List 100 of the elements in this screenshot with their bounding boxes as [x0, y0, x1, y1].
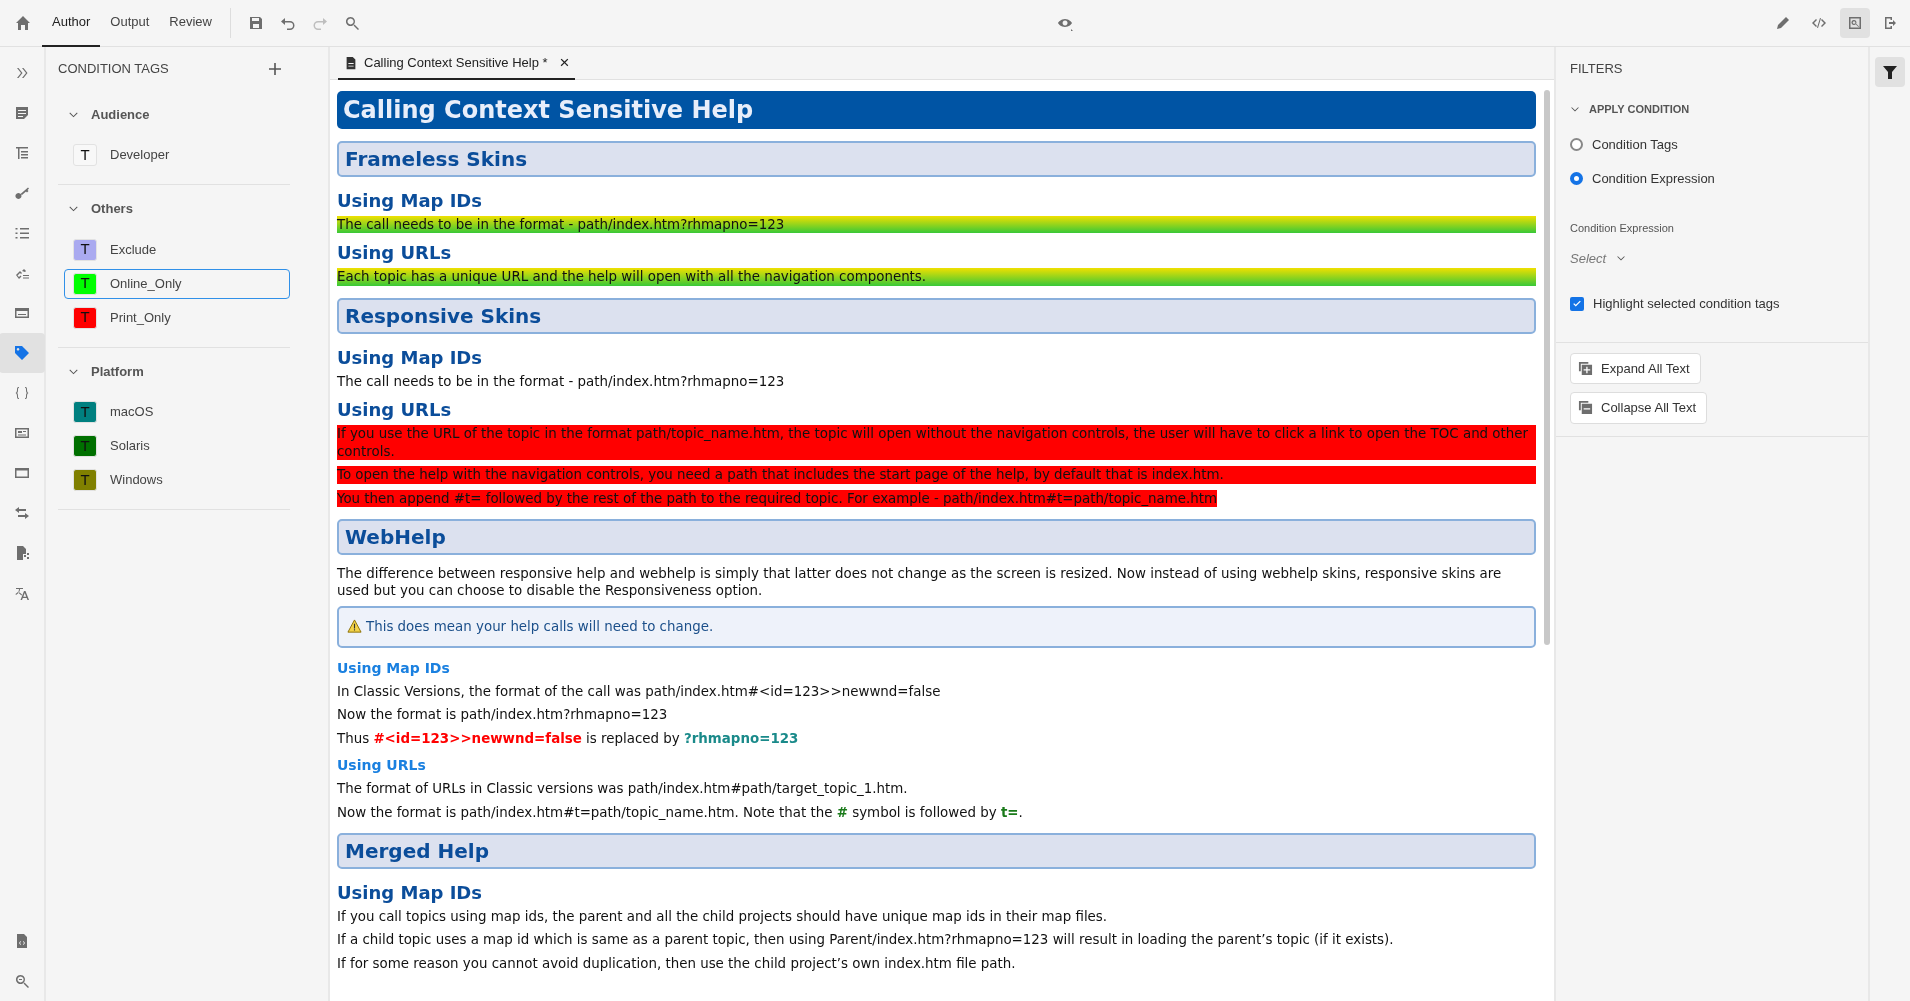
code-icon: [1811, 15, 1827, 31]
scrollbar[interactable]: [1544, 90, 1550, 645]
tag-swatch: T: [73, 238, 97, 261]
tab-title: Calling Context Sensitive Help *: [364, 53, 548, 72]
section-heading: Merged Help: [337, 833, 1536, 869]
panel-title: CONDITION TAGS: [58, 60, 169, 78]
home-icon: [15, 15, 31, 31]
tag-swatch: T: [73, 435, 97, 457]
tag-icon: [14, 345, 30, 361]
redo-icon: [311, 15, 328, 31]
minor-heading: Using Map IDs: [337, 658, 451, 678]
preview-icon: [1847, 15, 1863, 31]
subheading: Using Map IDs: [337, 881, 484, 905]
tag-swatch: T: [73, 272, 97, 295]
group-header[interactable]: Platform: [58, 355, 154, 387]
paragraph: Now the format is path/index.htm?rhmapno=123: [337, 706, 669, 724]
swap-icon: [14, 505, 30, 521]
document-icon: [344, 55, 358, 70]
view-tab[interactable]: Author: [42, 0, 101, 47]
tree-icon: [14, 145, 30, 161]
group-header[interactable]: Others: [58, 193, 143, 225]
minor-heading: Using URLs: [337, 756, 427, 776]
sidebar-button[interactable]: [0, 333, 45, 373]
tag-label: macOS: [110, 403, 154, 422]
paragraph: If a child topic uses a map id which is same as a parent topic, then using Parent/index.htm?rhmapno=123 will result in loading the parent’s topic (if it exists).: [337, 931, 1395, 949]
list-icon: [14, 225, 30, 241]
document-tab[interactable]: Calling Context Sensitive Help * ×: [338, 47, 576, 80]
checkbox[interactable]: [1570, 296, 1584, 311]
card-icon: [14, 425, 30, 441]
tag-swatch: T: [73, 401, 97, 423]
page-title: Calling Context Sensitive Help: [337, 91, 1536, 129]
tag-label: Developer: [110, 146, 170, 165]
collapse-icon: [1578, 400, 1593, 416]
tag-item[interactable]: T macOS: [64, 397, 290, 427]
preview-button[interactable]: [1840, 8, 1870, 38]
tag-label: Solaris: [110, 437, 150, 456]
highlighted-text: You then append #t= followed by the rest of the path to the required topic. For example - path/index.htm#t=path/topic_name.htm: [337, 489, 1218, 507]
code-file-icon: [14, 933, 30, 949]
tag-swatch: T: [73, 144, 97, 166]
subheading: Using URLs: [337, 398, 453, 423]
subheading: Using Map IDs: [337, 345, 484, 370]
tag-item[interactable]: T Print_Only: [64, 302, 290, 333]
paragraph: In Classic Versions, the format of the call was path/index.htm#<id=123>>newwnd=false: [337, 682, 942, 701]
tag-label: Exclude: [110, 240, 157, 259]
highlighted-text: Each topic has a unique URL and the help will open with all the navigation components.: [337, 268, 1536, 286]
tag-item[interactable]: T Windows: [64, 465, 290, 495]
file-tree-icon: [14, 545, 30, 561]
undo-icon: [279, 15, 296, 31]
field-label: Condition Expression: [1570, 221, 1675, 236]
save-icon: [247, 15, 264, 31]
paragraph: Thus #<id=123>>newwnd=false is replaced by ?rhmapno=123: [337, 729, 800, 748]
warning-icon: [347, 619, 362, 635]
note-text: This does mean your help calls will need to change.: [366, 617, 714, 636]
key-icon: [14, 185, 30, 201]
tag-swatch: T: [73, 469, 97, 491]
highlighted-text: The call needs to be in the format - path/index.htm?rhmapno=123: [337, 216, 1536, 234]
filter-icon: [1882, 64, 1898, 80]
expand-button[interactable]: Expand All Text: [1570, 352, 1701, 384]
panel-title: FILTERS: [1570, 60, 1624, 78]
section-header[interactable]: APPLY CONDITION: [1570, 96, 1690, 121]
pencil-icon: [1775, 15, 1791, 31]
section-heading: WebHelp: [337, 518, 1536, 555]
double-chevron-icon: [14, 65, 30, 81]
paragraph: The difference between responsive help and webhelp is simply that latter does not change as the screen is resized. Now instead of using webhelp skins, responsive skins are used but you can choose to disable the Responsiveness option.: [337, 564, 1503, 600]
tag-swatch: T: [73, 306, 97, 329]
filter-button[interactable]: [1875, 57, 1905, 87]
document-icon: [14, 105, 30, 121]
view-tab[interactable]: Output: [100, 0, 160, 47]
subheading: Using Map IDs: [337, 189, 484, 213]
tag-item[interactable]: T Exclude: [64, 234, 290, 265]
plus-icon: [267, 60, 283, 77]
close-button[interactable]: ×: [553, 54, 570, 71]
panel-icon: [14, 305, 30, 321]
radio-label: Condition Tags: [1592, 136, 1678, 154]
collapse-button[interactable]: Collapse All Text: [1570, 392, 1708, 424]
select-dropdown[interactable]: Select: [1570, 248, 1627, 268]
radio-label: Condition Expression: [1592, 169, 1715, 188]
frame-icon: [14, 465, 30, 481]
expand-icon: [1578, 360, 1593, 376]
section-heading: Responsive Skins: [337, 297, 1536, 334]
check-icon: [1572, 298, 1582, 309]
subheading: Using URLs: [337, 241, 453, 266]
section-heading: Frameless Skins: [337, 141, 1536, 177]
paragraph: If you call topics using map ids, the parent and all the child projects should have unique map ids in their map files.: [337, 908, 1109, 926]
view-tab[interactable]: Review: [159, 0, 222, 47]
paragraph: The format of URLs in Classic versions was path/index.htm#path/target_topic_1.htm.: [337, 780, 909, 798]
tag-label: Online_Only: [110, 274, 182, 293]
tag-item[interactable]: T Solaris: [64, 431, 290, 461]
radio-button[interactable]: [1570, 171, 1583, 185]
paragraph: The call needs to be in the format - path/index.htm?rhmapno=123: [337, 372, 786, 391]
highlighted-text: To open the help with the navigation controls, you need a path that includes the start page of the help, by default that is index.htm.: [337, 466, 1536, 484]
group-header[interactable]: Audience: [58, 98, 160, 130]
highlighted-text: If you use the URL of the topic in the format path/topic_name.htm, the topic will open without the navigation controls, the user will have to click a link to open the TOC and other controls.: [337, 425, 1536, 461]
checkbox-label: Highlight selected condition tags: [1593, 295, 1780, 313]
paragraph: If for some reason you cannot avoid duplication, then use the child project’s own index.htm file path.: [337, 954, 1017, 973]
tag-item[interactable]: T Online_Only: [64, 268, 290, 299]
tag-label: Print_Only: [110, 308, 171, 327]
radio-button[interactable]: [1570, 138, 1583, 152]
tag-item[interactable]: T Developer: [64, 140, 290, 170]
translate-icon: [14, 585, 30, 601]
